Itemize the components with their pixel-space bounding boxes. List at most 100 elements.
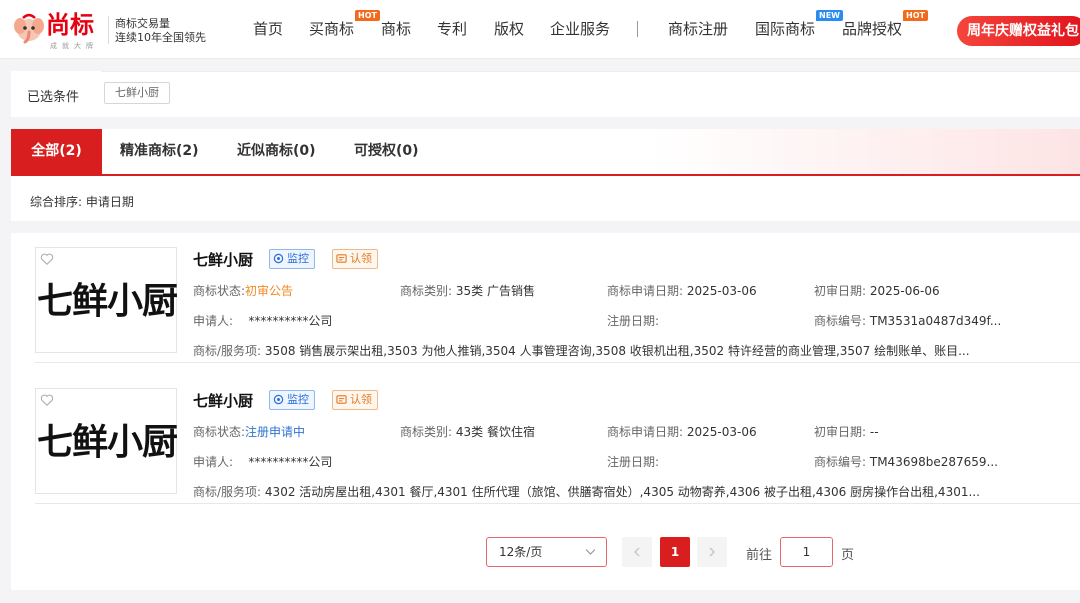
nav-trademark-registration[interactable]: 商标注册 (668, 19, 728, 39)
slogan: 商标交易量 连续10年全国领先 (115, 17, 206, 45)
hot-badge: HOT (903, 10, 928, 21)
trademark-name[interactable]: 七鲜小厨 (193, 250, 253, 270)
applicant: 申请人: **********公司 (193, 314, 333, 328)
monitor-label: 监控 (287, 393, 309, 406)
goto-label: 前往 (746, 548, 773, 563)
claim-label: 认领 (350, 252, 372, 265)
next-page-button[interactable] (697, 537, 727, 567)
chevron-left-icon (634, 547, 640, 557)
apply-date-value: 2025-03-06 (686, 284, 757, 298)
trademark-status: 商标状态:注册申请中 (193, 425, 306, 439)
tab-all[interactable]: 全部(2) (11, 129, 102, 174)
applicant-value: **********公司 (248, 314, 333, 328)
nav-trademark[interactable]: 商标 (381, 19, 411, 39)
trademark-image-text: 七鲜小厨 (36, 281, 178, 322)
nav-home[interactable]: 首页 (253, 19, 283, 39)
status-value: 初审公告 (245, 284, 294, 298)
trademark-card[interactable]: 七鲜小厨 七鲜小厨 监控 认领 商标状态:初审公告 商标类别: 35类 广告销售… (35, 233, 1080, 363)
reg-number-value: TM43698be287659... (869, 455, 998, 469)
nav-international-trademark[interactable]: 国际商标 (755, 19, 815, 39)
new-badge: NEW (816, 10, 843, 21)
result-tabs: 全部(2) 精准商标(2) 近似商标(0) 可授权(0) (11, 129, 1080, 176)
selected-filters-bar: 已选条件 七鲜小厨 (11, 71, 1080, 117)
tab-licensable[interactable]: 可授权(0) (354, 129, 419, 174)
prelim-date-value: 2025-06-06 (869, 284, 940, 298)
reg-date: 注册日期: (607, 455, 660, 469)
logo-divider (108, 16, 109, 44)
sort-label: 综合排序: (30, 195, 83, 209)
filter-chip-keyword[interactable]: 七鲜小厨 (104, 82, 170, 104)
tab-exact[interactable]: 精准商标(2) (120, 129, 199, 174)
trademark-image-text: 七鲜小厨 (36, 422, 178, 463)
trademark-category: 商标类别: 43类 餐饮住宿 (400, 425, 535, 439)
nav-copyright[interactable]: 版权 (494, 19, 524, 39)
logo-name: 尚标 (46, 11, 94, 39)
category-value: 35类 广告销售 (455, 284, 535, 298)
monitor-button[interactable]: 监控 (269, 249, 315, 269)
chevron-right-icon (709, 547, 715, 557)
heart-icon[interactable] (40, 252, 54, 266)
selected-filters-label: 已选条件 (27, 90, 80, 105)
sort-value: 申请日期 (85, 195, 134, 209)
results-list: 七鲜小厨 七鲜小厨 监控 认领 商标状态:初审公告 商标类别: 35类 广告销售… (11, 233, 1080, 590)
reg-number-value: TM3531a0487d349f... (869, 314, 1002, 328)
target-icon (273, 253, 284, 264)
pagination: 12条/页 1 前往 页 (11, 537, 1080, 567)
filter-divider (101, 71, 1080, 72)
nav-brand-licensing[interactable]: 品牌授权 (842, 19, 902, 39)
prelim-date: 初审日期: 2025-06-06 (814, 284, 940, 298)
top-header: 尚标 成就大牌 商标交易量 连续10年全国领先 首页 买商标 HOT 商标 专利… (0, 0, 1080, 59)
card-icon (336, 254, 347, 263)
brand-logo[interactable]: 尚标 成就大牌 (14, 10, 106, 50)
services-value: 3508 销售展示架出租,3503 为他人推销,3504 人事管理咨询,3508… (264, 344, 970, 358)
anniversary-promo-button[interactable]: 周年庆赠权益礼包 (957, 16, 1080, 46)
slogan-line-2: 连续10年全国领先 (115, 31, 206, 44)
applicant-value: **********公司 (248, 455, 333, 469)
heart-icon[interactable] (40, 393, 54, 407)
tab-similar[interactable]: 近似商标(0) (237, 129, 316, 174)
services-list: 商标/服务项: 4302 活动房屋出租,4301 餐厅,4301 住所代理（旅馆… (193, 485, 980, 499)
claim-button[interactable]: 认领 (332, 249, 378, 269)
prelim-date-value: -- (869, 425, 879, 439)
page-size-value: 12条/页 (499, 545, 543, 559)
applicant: 申请人: **********公司 (193, 455, 333, 469)
monitor-label: 监控 (287, 252, 309, 265)
trademark-image[interactable]: 七鲜小厨 (35, 247, 178, 353)
hot-badge: HOT (355, 10, 380, 21)
apply-date-value: 2025-03-06 (686, 425, 757, 439)
sort-bar: 综合排序: 申请日期 (11, 176, 1080, 221)
trademark-image[interactable]: 七鲜小厨 (35, 388, 178, 494)
trademark-card[interactable]: 七鲜小厨 七鲜小厨 监控 认领 商标状态:注册申请中 商标类别: 43类 餐饮住… (35, 374, 1080, 504)
nav-enterprise-services[interactable]: 企业服务 (550, 19, 610, 39)
trademark-status: 商标状态:初审公告 (193, 284, 294, 298)
nav-separator (637, 21, 638, 37)
monitor-button[interactable]: 监控 (269, 390, 315, 410)
page-unit-label: 页 (841, 548, 855, 563)
target-icon (273, 394, 284, 405)
services-list: 商标/服务项: 3508 销售展示架出租,3503 为他人推销,3504 人事管… (193, 344, 970, 358)
services-value: 4302 活动房屋出租,4301 餐厅,4301 住所代理（旅馆、供膳寄宿处）,… (264, 485, 980, 499)
nav-patent[interactable]: 专利 (437, 19, 467, 39)
sort-option[interactable]: 综合排序: 申请日期 (30, 193, 134, 210)
claim-label: 认领 (350, 393, 372, 406)
reg-number: 商标编号: TM3531a0487d349f... (814, 314, 1002, 328)
status-value: 注册申请中 (245, 425, 306, 439)
claim-button[interactable]: 认领 (332, 390, 378, 410)
prelim-date: 初审日期: -- (814, 425, 879, 439)
card-icon (336, 395, 347, 404)
trademark-name[interactable]: 七鲜小厨 (193, 391, 253, 411)
chevron-down-icon (585, 549, 596, 555)
apply-date: 商标申请日期: 2025-03-06 (607, 284, 757, 298)
page-number-current[interactable]: 1 (660, 537, 690, 567)
logo-subtitle: 成就大牌 (50, 42, 98, 50)
category-value: 43类 餐饮住宿 (455, 425, 535, 439)
reg-number: 商标编号: TM43698be287659... (814, 455, 998, 469)
goto-page-input[interactable] (780, 537, 833, 567)
elephant-mascot-icon (14, 13, 44, 44)
prev-page-button[interactable] (622, 537, 652, 567)
apply-date: 商标申请日期: 2025-03-06 (607, 425, 757, 439)
reg-date: 注册日期: (607, 314, 660, 328)
slogan-line-1: 商标交易量 (115, 17, 170, 30)
page-size-select[interactable]: 12条/页 (486, 537, 607, 567)
nav-buy-trademark[interactable]: 买商标 (309, 19, 354, 39)
